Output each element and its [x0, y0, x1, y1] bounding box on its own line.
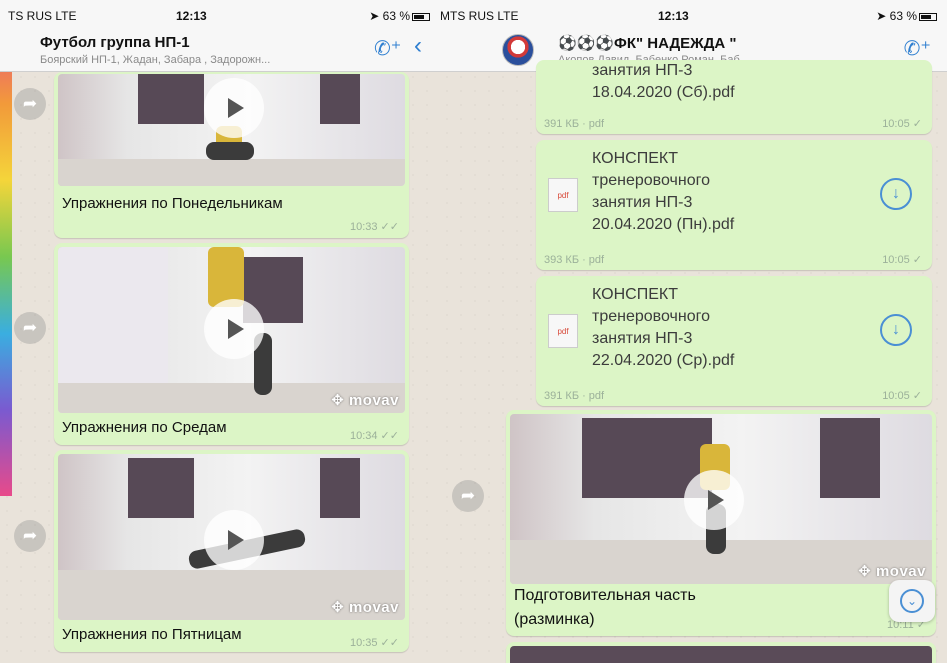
forward-button[interactable]: ➦	[14, 88, 46, 120]
play-icon[interactable]	[204, 78, 264, 138]
carrier-label: MTS RUS LTE	[440, 9, 519, 23]
document-size: 391 КБ · pdf	[544, 390, 605, 402]
document-size: 393 КБ · pdf	[544, 254, 605, 266]
play-icon[interactable]	[204, 299, 264, 359]
battery-icon	[919, 12, 937, 21]
forward-button[interactable]: ➦	[14, 312, 46, 344]
window	[128, 458, 194, 518]
video-message[interactable]: ✥ movav Упражнения по Средам 10:34 ✓✓	[54, 243, 409, 445]
video-message[interactable]	[506, 642, 936, 663]
document-message[interactable]: pdf КОНСПЕКТ тренеровочного занятия НП-3…	[536, 140, 932, 270]
message-time: 10:34 ✓✓	[349, 430, 399, 442]
document-name: КОНСПЕКТ тренеровочного занятия НП-3 20.…	[592, 150, 735, 233]
forward-button[interactable]: ➦	[452, 480, 484, 512]
battery-label: 63 %	[889, 9, 917, 23]
message-caption: Упражнения по Средам	[62, 419, 227, 436]
battery: ➤ 63 %	[876, 9, 937, 23]
movavi-watermark: ✥ movav	[331, 392, 399, 409]
time-text: 10:05	[882, 390, 910, 402]
play-icon[interactable]	[204, 510, 264, 570]
play-icon[interactable]	[684, 470, 744, 530]
battery-icon	[412, 12, 430, 21]
message-time: 10:05 ✓	[882, 254, 922, 266]
floor	[58, 159, 405, 186]
time-text: 10:34	[349, 430, 378, 442]
add-call-icon[interactable]: ✆⁺	[374, 36, 401, 61]
clock: 12:13	[176, 9, 207, 23]
document-message[interactable]: pdf КОНСПЕКТ тренеровочного занятия НП-3…	[536, 276, 932, 406]
window	[320, 74, 360, 124]
video-message[interactable]: ✥ movav Подготовительная часть (разминка…	[506, 410, 936, 636]
document-message[interactable]: занятия НП-3 18.04.2020 (Сб).pdf 391 КБ …	[536, 60, 932, 134]
message-caption: Подготовительная часть (разминка)	[514, 587, 696, 628]
document-size: 391 КБ · pdf	[544, 118, 605, 130]
scroll-down-button[interactable]: ⌄	[889, 580, 935, 622]
athlete	[206, 142, 254, 160]
time-text: 10:05	[882, 254, 910, 266]
battery: ➤ 63 %	[369, 9, 430, 23]
message-time: 10:35 ✓✓	[349, 637, 399, 649]
movavi-watermark: ✥ movav	[331, 599, 399, 616]
window	[138, 74, 204, 124]
athlete	[208, 247, 244, 307]
pdf-icon: pdf	[548, 314, 578, 348]
chat-title: Футбол группа НП-1	[40, 34, 190, 51]
document-name: занятия НП-3 18.04.2020 (Сб).pdf	[592, 62, 735, 101]
carrier-label: TS RUS LTE	[8, 9, 77, 23]
time-text: 10:35	[349, 637, 378, 649]
battery-label: 63 %	[382, 9, 410, 23]
message-caption: Упражнения по Пятницам	[62, 626, 242, 643]
chat-title: ⚽⚽⚽ФК" НАДЕЖДА "	[558, 35, 737, 52]
location-icon: ➤	[876, 9, 887, 23]
group-avatar[interactable]	[502, 34, 534, 66]
chevron-left-icon[interactable]: ‹	[414, 32, 422, 60]
watermark-text: movav	[875, 563, 926, 580]
window	[320, 458, 360, 518]
video-thumbnail[interactable]: ✥ movav	[510, 414, 932, 584]
forward-button[interactable]: ➦	[14, 520, 46, 552]
message-caption: Упражнения по Понедельникам	[62, 195, 283, 212]
message-time: 10:05 ✓	[882, 118, 922, 130]
clock: 12:13	[658, 9, 689, 23]
time-text: 10:33	[349, 221, 378, 233]
video-thumbnail[interactable]: ✥ movav	[58, 247, 405, 413]
pdf-icon: pdf	[548, 178, 578, 212]
download-icon[interactable]: ↓	[880, 178, 912, 210]
video-thumbnail[interactable]	[510, 646, 932, 663]
right-chat-screen: MTS RUS LTE 12:13 ➤ 63 % ⚽⚽⚽ФК" НАДЕЖДА …	[440, 0, 947, 663]
window	[820, 418, 880, 498]
chat-subtitle: Боярский НП-1, Жадан, Забара , Задорожн.…	[40, 54, 271, 66]
video-thumbnail[interactable]: ✥ movav	[58, 454, 405, 620]
video-message[interactable]: ✥ movav Упражнения по Пятницам 10:35 ✓✓	[54, 450, 409, 652]
time-text: 10:05	[882, 118, 910, 130]
watermark-text: movav	[348, 392, 399, 409]
document-name: КОНСПЕКТ тренеровочного занятия НП-3 22.…	[592, 286, 735, 369]
location-icon: ➤	[369, 9, 380, 23]
video-thumbnail[interactable]	[58, 74, 405, 186]
watermark-text: movav	[348, 599, 399, 616]
message-time: 10:33 ✓✓	[349, 221, 399, 233]
movavi-watermark: ✥ movav	[858, 563, 926, 580]
download-icon[interactable]: ↓	[880, 314, 912, 346]
chevron-down-icon: ⌄	[900, 589, 924, 613]
left-chat-screen: TS RUS LTE 12:13 ➤ 63 % Футбол группа НП…	[0, 0, 440, 663]
video-message[interactable]: Упражнения по Понедельникам 10:33 ✓✓	[54, 72, 409, 238]
color-strip	[0, 18, 12, 496]
message-time: 10:05 ✓	[882, 390, 922, 402]
add-call-icon[interactable]: ✆⁺	[904, 36, 931, 61]
chat-header[interactable]: Футбол группа НП-1 Боярский НП-1, Жадан,…	[0, 26, 440, 72]
